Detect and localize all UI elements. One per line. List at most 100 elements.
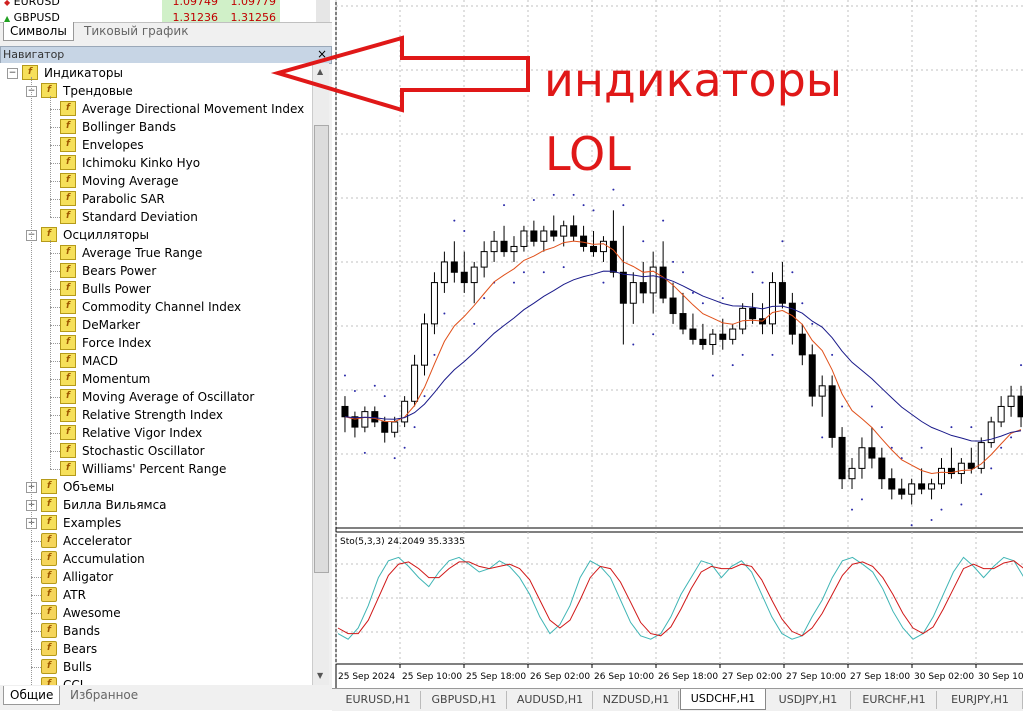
sar-dot: [562, 266, 565, 269]
bear-candle: [838, 436, 846, 480]
sar-dot: [1000, 446, 1003, 449]
tree-item-oscillator[interactable]: f Momentum: [60, 370, 150, 388]
tree-item-custom-indicator[interactable]: f Accumulation: [41, 550, 145, 568]
chart-tab[interactable]: AUDUSD,H1: [508, 691, 593, 709]
tree-item-custom-indicator[interactable]: f Bulls: [41, 658, 92, 676]
sar-dot: [632, 343, 635, 346]
tree-item-oscillator[interactable]: f Commodity Channel Index: [60, 298, 241, 316]
tree-item-label: Relative Strength Index: [82, 408, 223, 422]
collapse-icon[interactable]: −: [7, 68, 18, 79]
tree-item-custom-indicator[interactable]: f Alligator: [41, 568, 113, 586]
sar-dot: [592, 209, 595, 212]
bear-candle: [669, 297, 677, 315]
indicator-icon: f: [60, 353, 76, 368]
tree-group-oscillators[interactable]: f Осцилляторы: [41, 226, 149, 244]
tree-item-trend-indicator[interactable]: f Parabolic SAR: [60, 190, 165, 208]
tree-item-label: Moving Average: [82, 174, 179, 188]
navigator-header: Навигатор ×: [0, 46, 332, 64]
custom-indicator-icon: f: [41, 677, 57, 685]
tab-symbols[interactable]: Символы: [3, 22, 74, 41]
tab-favorites[interactable]: Избранное: [64, 686, 144, 704]
navigator-scrollbar[interactable]: ▲ ▼: [313, 63, 329, 685]
market-watch-scrollbar[interactable]: [316, 0, 330, 22]
tree-item-custom-indicator[interactable]: f Accelerator: [41, 532, 132, 550]
tree-item-indicators[interactable]: f Индикаторы: [22, 64, 123, 82]
tree-item-trend-indicator[interactable]: f Envelopes: [60, 136, 144, 154]
market-watch-tabs: Символы Тиковый график: [0, 22, 332, 42]
navigator-title: Навигатор: [3, 48, 65, 61]
tree-item-label: Williams' Percent Range: [82, 462, 227, 476]
chart-tab[interactable]: USDCHF,H1: [680, 689, 766, 710]
bull-candle: [977, 442, 985, 469]
chart-tab[interactable]: GBPUSD,H1: [422, 691, 507, 709]
tree-item-custom-indicator[interactable]: f CCI: [41, 676, 83, 685]
indicator-icon: f: [60, 425, 76, 440]
chart-tab[interactable]: NZDUSD,H1: [594, 691, 679, 709]
sar-dot: [672, 260, 675, 263]
tree-connector: [50, 145, 60, 146]
tree-item-oscillator[interactable]: f Bears Power: [60, 262, 156, 280]
sar-dot: [532, 199, 535, 201]
tree-connector: [50, 325, 60, 326]
sar-dot: [791, 271, 794, 274]
tree-item-custom-indicator[interactable]: f Bands: [41, 622, 100, 640]
sar-dot: [373, 384, 376, 387]
close-icon[interactable]: ×: [317, 47, 327, 62]
tree-item-trend-indicator[interactable]: f Moving Average: [60, 172, 178, 190]
chart-tab[interactable]: EURCHF,H1: [852, 691, 937, 709]
tree-item-trend-indicator[interactable]: f Standard Deviation: [60, 208, 198, 226]
tree-group[interactable]: f Объемы: [41, 478, 114, 496]
tree-group-trend[interactable]: f Трендовые: [41, 82, 133, 100]
tree-connector: [50, 217, 60, 218]
tab-tick-chart[interactable]: Тиковый график: [78, 22, 194, 40]
tree-connector: [50, 109, 60, 110]
sar-dot: [751, 271, 754, 274]
bull-candle: [908, 483, 916, 495]
chart-tab[interactable]: EURJPY,H1: [938, 691, 1023, 709]
tree-item-oscillator[interactable]: f Moving Average of Oscillator: [60, 388, 254, 406]
tree-item-oscillator[interactable]: f Average True Range: [60, 244, 202, 262]
tree-item-oscillator[interactable]: f Stochastic Oscillator: [60, 442, 205, 460]
tree-item-oscillator[interactable]: f Force Index: [60, 334, 151, 352]
tree-connector: [31, 613, 41, 614]
tree-item-trend-indicator[interactable]: f Bollinger Bands: [60, 118, 176, 136]
bear-candle: [778, 282, 786, 304]
market-row-eurusd[interactable]: ◆ EURUSD 1.09749 1.09779: [0, 0, 332, 11]
tree-item-label: Bollinger Bands: [82, 120, 176, 134]
x-tick-label: 26 Sep 10:00: [594, 672, 654, 682]
tree-item-custom-indicator[interactable]: f Awesome: [41, 604, 121, 622]
sar-dot: [652, 333, 655, 336]
bear-candle: [530, 230, 538, 242]
scrollbar-thumb[interactable]: [314, 125, 329, 573]
sar-dot: [572, 193, 575, 196]
tree-item-oscillator[interactable]: f Bulls Power: [60, 280, 151, 298]
market-bid: 1.09749: [172, 0, 219, 8]
tree-item-custom-indicator[interactable]: f Bears: [41, 640, 97, 658]
tree-item-oscillator[interactable]: f Relative Vigor Index: [60, 424, 202, 442]
tree-item-oscillator[interactable]: f MACD: [60, 352, 118, 370]
bull-candle: [937, 467, 945, 485]
stochastic-label: Sto(5,3,3) 24.2049 35.3335: [340, 537, 465, 547]
tree-item-trend-indicator[interactable]: f Ichimoku Kinko Hyo: [60, 154, 200, 172]
sar-dot: [662, 219, 665, 222]
tree-item-oscillator[interactable]: f DeMarker: [60, 316, 140, 334]
sar-dot: [940, 508, 943, 511]
indicator-icon: f: [60, 281, 76, 296]
tree-item-oscillator[interactable]: f Relative Strength Index: [60, 406, 223, 424]
stochastic-signal-line: [337, 560, 1023, 637]
scroll-down-icon[interactable]: ▼: [317, 671, 323, 680]
scroll-up-icon[interactable]: ▲: [317, 67, 323, 76]
tree-connector: [50, 199, 60, 200]
tree-group[interactable]: f Examples: [41, 514, 121, 532]
tree-item-trend-indicator[interactable]: f Average Directional Movement Index: [60, 100, 304, 118]
tree-group[interactable]: f Билла Вильямса: [41, 496, 167, 514]
sar-dot: [443, 312, 446, 315]
tree-item-oscillator[interactable]: f Williams' Percent Range: [60, 460, 226, 478]
sar-dot: [522, 271, 525, 274]
tab-general[interactable]: Общие: [3, 686, 61, 705]
custom-indicator-icon: f: [41, 533, 57, 548]
tree-item-custom-indicator[interactable]: f ATR: [41, 586, 86, 604]
chart-tab[interactable]: EURUSD,H1: [336, 691, 421, 709]
chart-tab[interactable]: USDJPY,H1: [766, 691, 851, 709]
bear-candle: [679, 313, 687, 330]
